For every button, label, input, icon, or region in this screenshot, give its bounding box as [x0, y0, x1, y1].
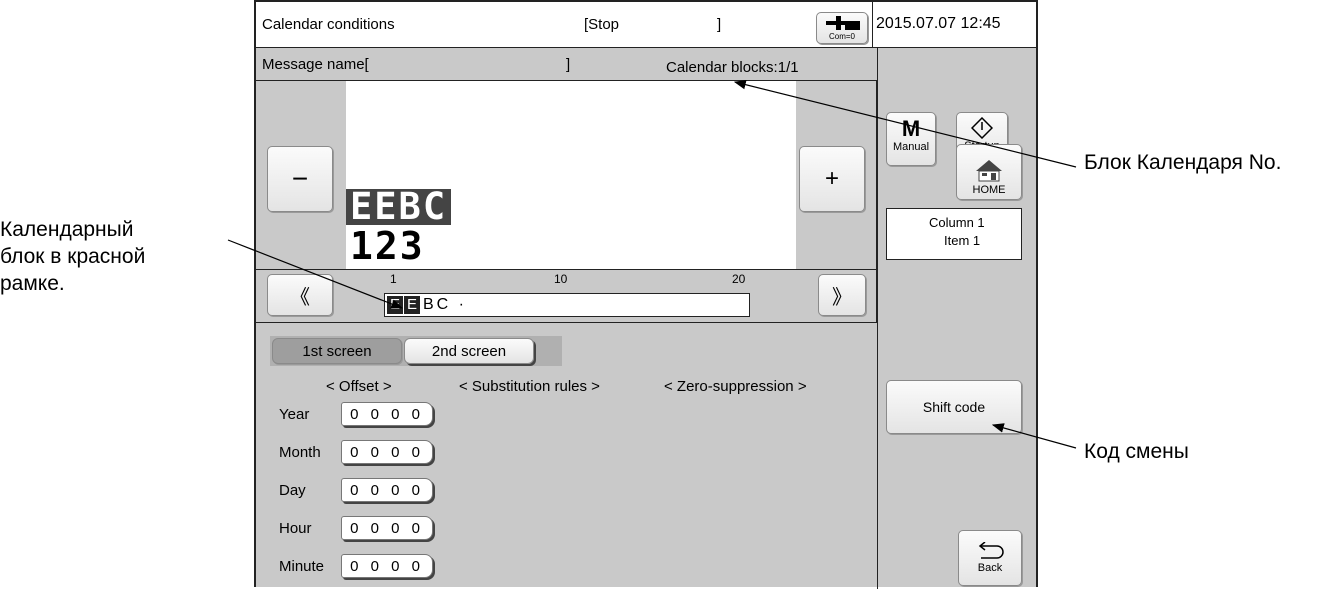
block-no-arrow	[733, 79, 1077, 168]
red-frame-arrow	[227, 239, 404, 309]
shift-code-arrow	[991, 423, 1077, 449]
annotation-arrows	[227, 79, 1077, 449]
